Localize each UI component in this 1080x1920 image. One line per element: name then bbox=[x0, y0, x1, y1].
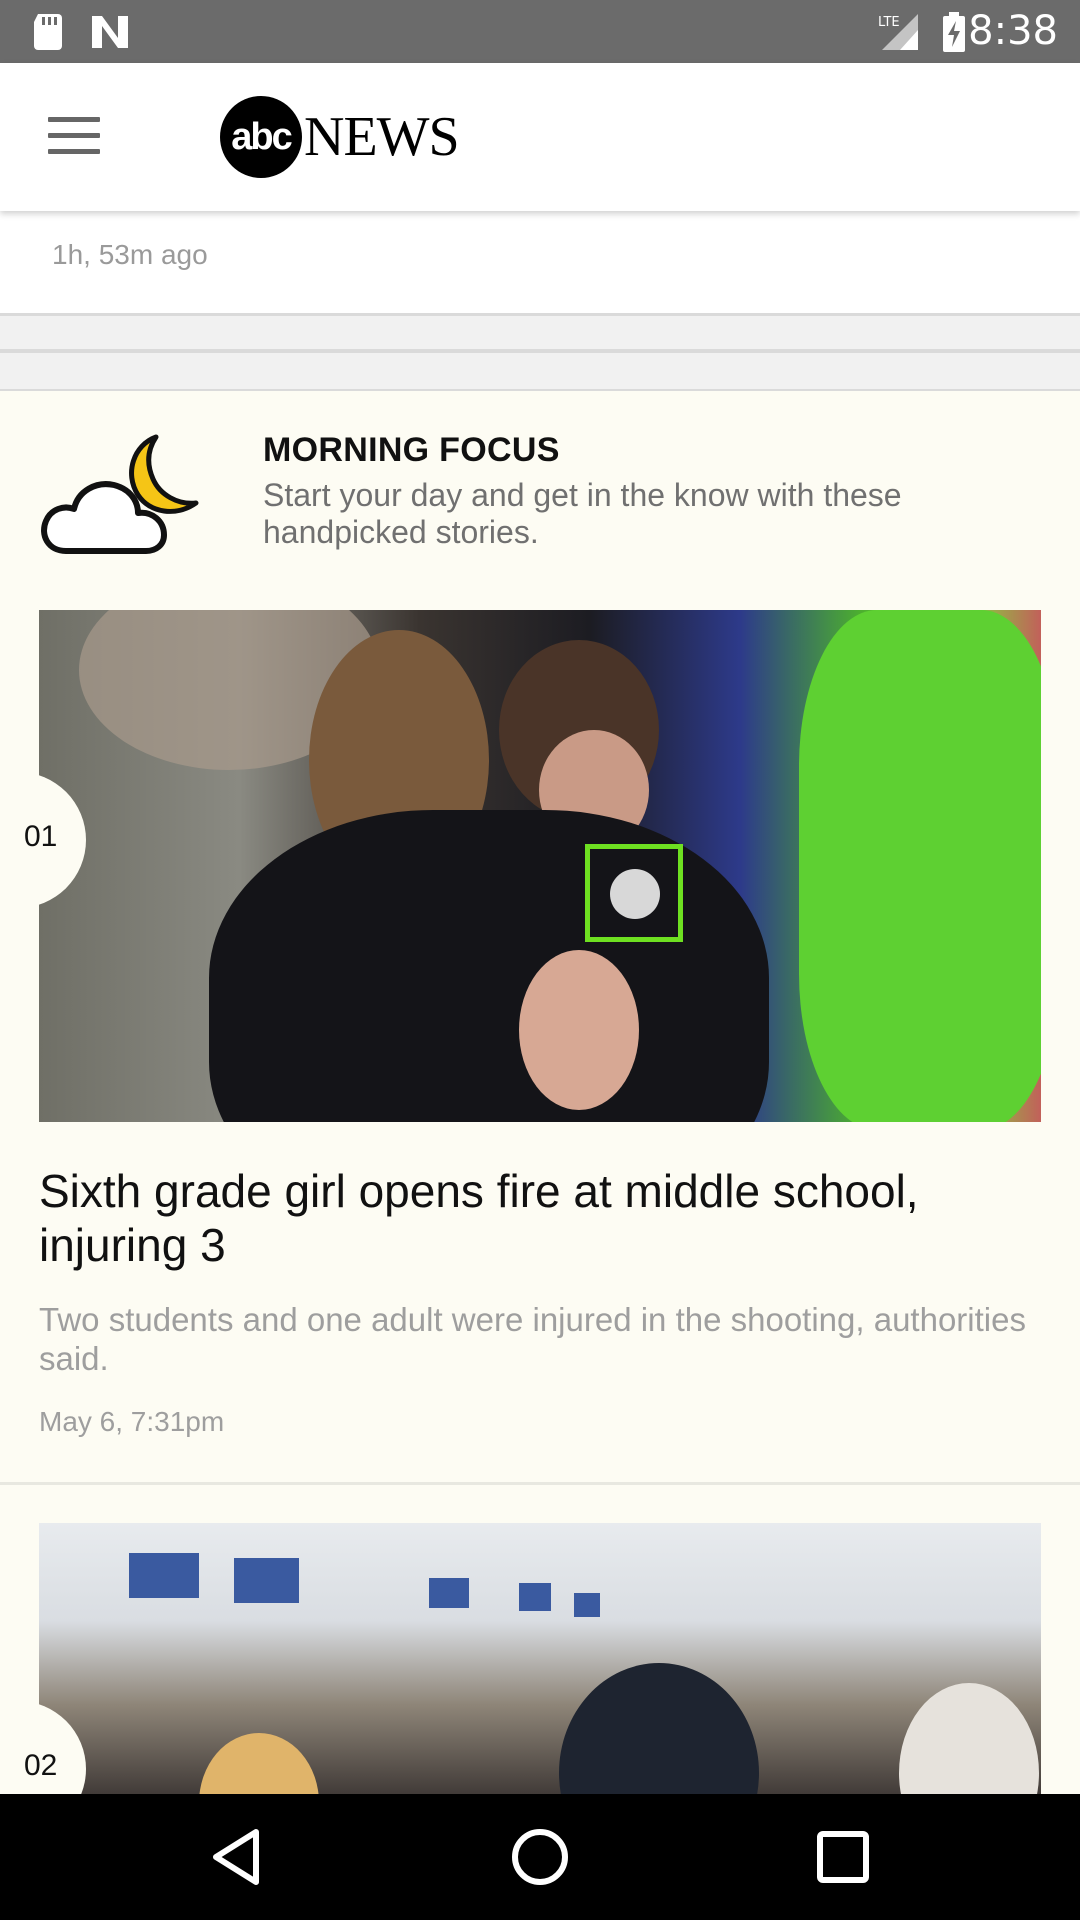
story-image[interactable] bbox=[39, 1523, 1041, 1794]
navigation-bar bbox=[0, 1794, 1080, 1920]
back-icon[interactable] bbox=[204, 1824, 270, 1890]
sd-card-icon bbox=[34, 14, 62, 50]
home-icon[interactable] bbox=[507, 1824, 573, 1890]
story-divider bbox=[0, 1482, 1080, 1485]
story-summary: Two students and one adult were injured … bbox=[39, 1301, 1026, 1377]
story-date: May 6, 7:31pm bbox=[39, 1406, 225, 1437]
touch-indicator bbox=[585, 844, 683, 942]
cloud-moon-icon bbox=[41, 434, 199, 554]
section-subtitle: Start your day and get in the know with … bbox=[263, 477, 902, 550]
section-separator bbox=[0, 313, 1080, 391]
menu-icon[interactable] bbox=[48, 117, 100, 155]
app-bar: abc NEWS bbox=[0, 63, 1080, 211]
morning-focus-section: MORNING FOCUS Start your day and get in … bbox=[0, 391, 1080, 1794]
status-bar: LTE 8:38 bbox=[0, 0, 1080, 63]
previous-story-card[interactable]: 1h, 53m ago bbox=[0, 211, 1080, 313]
battery-charging-icon bbox=[943, 12, 965, 52]
logo-news: NEWS bbox=[304, 106, 460, 168]
abc-news-logo[interactable]: abc NEWS bbox=[220, 95, 460, 179]
recents-icon[interactable] bbox=[810, 1824, 876, 1890]
clock: 8:38 bbox=[968, 8, 1058, 54]
logo-abc: abc bbox=[220, 96, 302, 178]
story-image[interactable] bbox=[39, 610, 1041, 1122]
signal-icon: LTE bbox=[878, 14, 918, 50]
n-app-icon bbox=[92, 16, 128, 48]
story-time-ago: 1h, 53m ago bbox=[52, 239, 208, 270]
section-title: MORNING FOCUS bbox=[263, 431, 560, 469]
story-headline[interactable]: Sixth grade girl opens fire at middle sc… bbox=[39, 1164, 1049, 1272]
svg-text:LTE: LTE bbox=[878, 15, 900, 30]
